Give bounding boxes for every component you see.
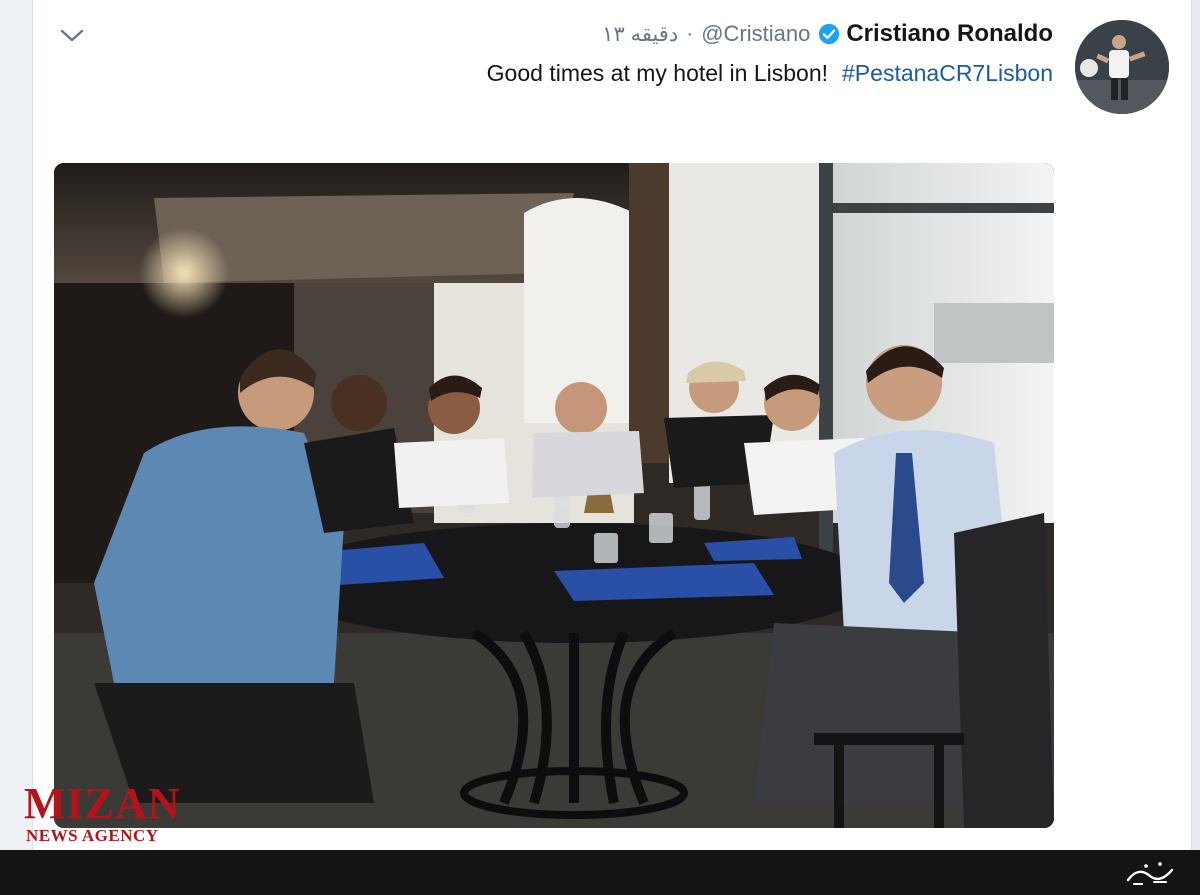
- watermark-logo: MIZAN NEWS AGENCY: [24, 770, 194, 850]
- tweet-text: Good times at my hotel in Lisbon! #Pestan…: [487, 60, 1053, 90]
- tweet-body: Good times at my hotel in Lisbon!: [486, 60, 829, 86]
- page-left-rail: [0, 0, 32, 850]
- tweet-menu-button[interactable]: [57, 24, 87, 48]
- author-handle[interactable]: @Cristiano: [701, 21, 810, 47]
- watermark-brand: MIZAN: [24, 779, 181, 828]
- author-avatar[interactable]: [1075, 20, 1169, 114]
- avatar-image: [1075, 20, 1169, 114]
- header-separator: ·: [686, 22, 694, 45]
- watermark-subtitle: NEWS AGENCY: [26, 826, 159, 845]
- hashtag-link[interactable]: #PestanaCR7Lisbon: [842, 60, 1053, 86]
- restaurant-group-photo: [54, 163, 1054, 828]
- author-name[interactable]: Cristiano Ronaldo: [846, 20, 1053, 48]
- mizan-calligraphy-logo: [1126, 862, 1174, 885]
- tweet-timestamp[interactable]: ۱۳ دقیقه: [602, 22, 678, 47]
- tweet-header: ۱۳ دقیقه · @Cristiano Cristiano Ronaldo: [602, 20, 1053, 48]
- verified-badge-icon: [819, 23, 840, 45]
- bottom-banner: [0, 850, 1200, 895]
- tweet-card: ۱۳ دقیقه · @Cristiano Cristiano Ronaldo …: [32, 0, 1192, 850]
- chevron-down-icon: [60, 29, 84, 42]
- tweet-photo[interactable]: [54, 163, 1054, 828]
